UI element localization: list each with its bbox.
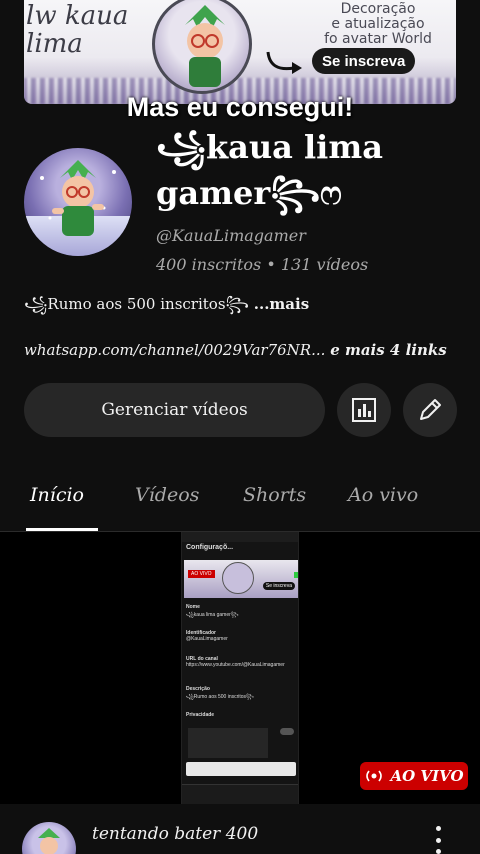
phone-popup (186, 762, 296, 776)
more-options-icon[interactable] (428, 826, 448, 854)
phone-green-marker (294, 572, 298, 578)
phone-row-value: ꧁kaua lima gamer꧂ (186, 612, 239, 618)
kebab-dot (435, 849, 441, 854)
pencil-icon (420, 399, 441, 420)
manage-videos-button[interactable]: Gerenciar vídeos (24, 383, 325, 437)
live-broadcast-icon (366, 770, 383, 782)
phone-privacy-block (188, 728, 268, 758)
active-tab-indicator (26, 528, 98, 531)
channel-description[interactable]: ꧁Rumo aos 500 inscritos꧂ ...mais (24, 292, 309, 323)
tab-shorts[interactable]: Shorts (243, 484, 306, 506)
curved-arrow-icon (266, 51, 302, 74)
channel-name: ꧁kaua lima gamer꧂ෆ (156, 128, 383, 212)
phone-banner-avatar (222, 562, 254, 594)
video-list-item[interactable]: tentando bater 400 (0, 804, 480, 854)
phone-subscribe-pill: Se inscreva (262, 582, 295, 590)
phone-banner: AO VIVO Se inscreva (184, 560, 298, 598)
avatar-character-icon (38, 828, 60, 854)
phone-live-tag: AO VIVO (188, 570, 215, 578)
tab-inicio[interactable]: Início (30, 484, 84, 506)
phone-row-privacy: Privacidade (186, 712, 294, 718)
tab-videos[interactable]: Vídeos (135, 484, 199, 506)
banner-script-line: lw kaua lima (26, 1, 129, 59)
channel-tabs: Início Vídeos Shorts Ao vivo (0, 470, 480, 532)
phone-row-url: URL do canal https://www.youtube.com/@Ka… (186, 656, 294, 668)
avatar-character-icon (40, 160, 116, 236)
banner-side-line: Decoração e atualização fo avatar World (324, 1, 432, 47)
phone-row-value: @KauaLimagamer (186, 636, 228, 642)
phone-row-value: https://www.youtube.com/@KauaLimagamer (186, 662, 285, 668)
analytics-button[interactable] (337, 383, 391, 437)
more-links[interactable]: e mais 4 links (330, 341, 447, 359)
phone-bottom-nav (182, 784, 298, 804)
phone-row-handle: Identificador @KauaLimagamer (186, 630, 294, 642)
phone-status-bar (182, 532, 298, 542)
phone-row-label: Privacidade (186, 712, 215, 718)
channel-handle: @KauaLimagamer (156, 226, 306, 245)
channel-link-url[interactable]: whatsapp.com/channel/0029Var76NR... (24, 341, 325, 359)
banner-script-text: lw kaua lima (26, 2, 128, 58)
analytics-icon (352, 398, 376, 422)
live-badge-label: AO VIVO (390, 767, 464, 785)
channel-links[interactable]: whatsapp.com/channel/0029Var76NR... e ma… (24, 341, 447, 359)
kebab-dot (435, 826, 441, 831)
overlay-caption: Mas eu consegui! (126, 92, 354, 122)
kebab-dot (435, 837, 441, 843)
tab-ao-vivo[interactable]: Ao vivo (348, 484, 418, 506)
video-channel-avatar[interactable] (22, 822, 76, 854)
edit-channel-button[interactable] (403, 383, 457, 437)
phone-row-description: Descrição ꧁Rumo aos 500 inscritos꧂ (186, 686, 294, 703)
phone-screen-recording: Configuraçõ... AO VIVO Se inscreva Nome … (181, 532, 299, 804)
video-title[interactable]: tentando bater 400 (92, 824, 258, 844)
phone-header-title: Configuraçõ... (186, 544, 234, 551)
banner-side-text: Decoração e atualização fo avatar World (318, 2, 438, 47)
phone-row-value: ꧁Rumo aos 500 inscritos꧂ (186, 694, 254, 700)
channel-avatar[interactable] (24, 148, 132, 256)
phone-toggle (280, 728, 294, 735)
description-text: ꧁Rumo aos 500 inscritos꧂ (24, 295, 249, 313)
channel-banner: lw kaua lima Decoração e atualização fo … (24, 0, 456, 104)
live-badge: AO VIVO (360, 762, 468, 790)
channel-stats: 400 inscritos • 131 vídeos (156, 255, 369, 274)
phone-row-name: Nome ꧁kaua lima gamer꧂ (186, 604, 294, 621)
banner-subscribe-pill: Se inscreva (312, 48, 416, 74)
description-more-link[interactable]: ...mais (254, 295, 309, 313)
